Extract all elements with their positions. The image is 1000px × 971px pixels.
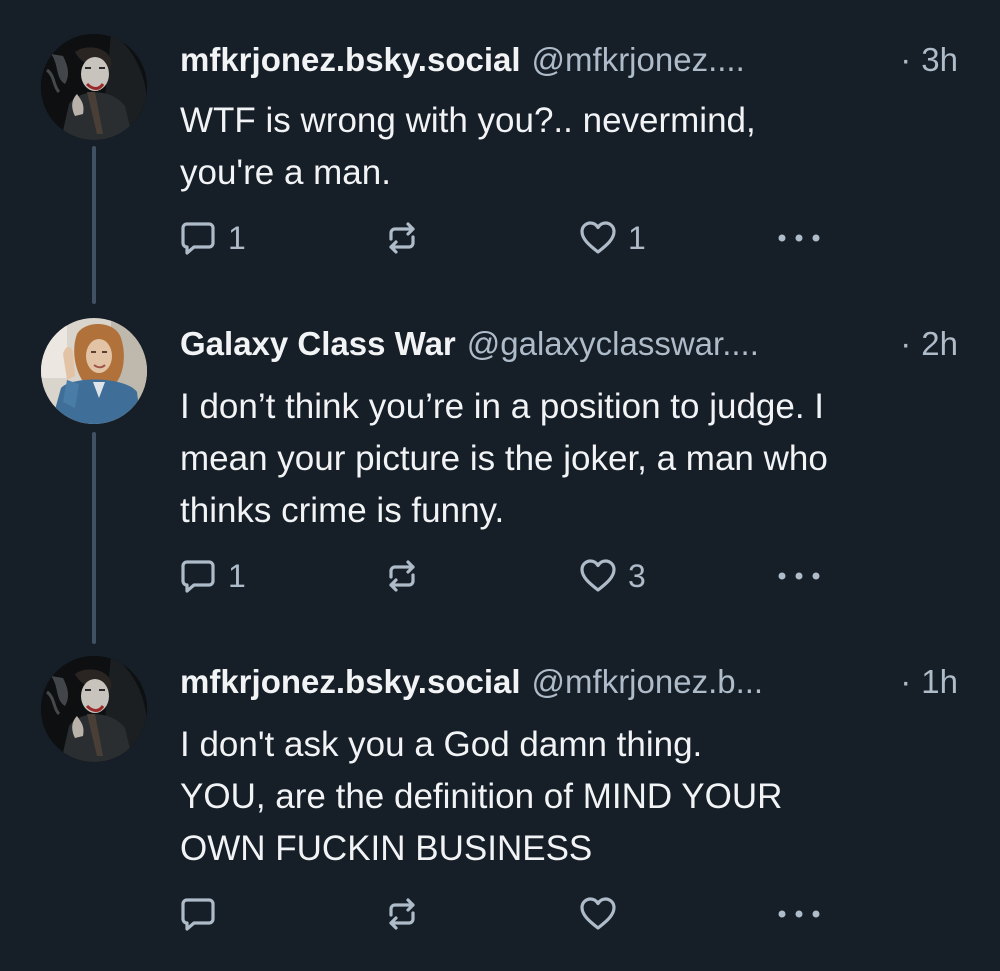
like-button[interactable] <box>578 892 628 936</box>
separator-dot: · <box>900 663 912 700</box>
post-header: mfkrjonez.bsky.social @mfkrjonez.... · 3… <box>180 34 958 86</box>
avatar[interactable] <box>41 656 147 762</box>
avatar[interactable] <box>41 318 147 424</box>
like-count: 3 <box>628 557 646 594</box>
post-actions: 1 1 <box>178 216 838 260</box>
handle[interactable]: @mfkrjonez.b... <box>532 656 764 708</box>
more-icon <box>774 566 824 586</box>
more-icon <box>774 228 824 248</box>
repost-button[interactable] <box>382 554 422 598</box>
repost-button[interactable] <box>382 216 422 260</box>
repost-icon <box>382 894 422 934</box>
timestamp[interactable]: 2h <box>921 318 958 370</box>
like-icon <box>578 894 618 934</box>
like-icon <box>578 556 618 596</box>
woman-avatar-image <box>41 318 147 424</box>
repost-icon <box>382 556 422 596</box>
display-name[interactable]: Galaxy Class War <box>180 318 456 370</box>
reply-button[interactable]: 1 <box>178 554 246 598</box>
post-actions: 1 3 <box>178 554 838 598</box>
reply-button[interactable] <box>178 892 228 936</box>
thread-line <box>92 146 96 304</box>
post-text: I don’t think you’re in a position to ju… <box>180 381 960 537</box>
more-options-button[interactable] <box>774 216 824 260</box>
more-options-button[interactable] <box>774 554 824 598</box>
reply-count: 1 <box>228 557 246 594</box>
handle[interactable]: @mfkrjonez.... <box>532 34 745 86</box>
repost-icon <box>382 218 422 258</box>
post-actions <box>178 892 838 936</box>
reply-icon <box>178 894 218 934</box>
display-name[interactable]: mfkrjonez.bsky.social <box>180 34 521 86</box>
joker-avatar-image <box>41 34 147 140</box>
reply-button[interactable]: 1 <box>178 216 246 260</box>
like-icon <box>578 218 618 258</box>
handle[interactable]: @galaxyclasswar.... <box>467 318 759 370</box>
avatar[interactable] <box>41 34 147 140</box>
like-button[interactable]: 3 <box>578 554 646 598</box>
like-count: 1 <box>628 219 646 256</box>
display-name[interactable]: mfkrjonez.bsky.social <box>180 656 521 708</box>
post-text-line: OWN FUCKIN BUSINESS <box>180 829 593 868</box>
timestamp[interactable]: 3h <box>921 34 958 86</box>
more-icon <box>774 904 824 924</box>
post-text-line: WTF is wrong with you?.. nevermind, <box>180 101 756 140</box>
more-options-button[interactable] <box>774 892 824 936</box>
like-button[interactable]: 1 <box>578 216 646 260</box>
post-text-line: I don’t think you’re in a position to ju… <box>180 387 825 426</box>
thread-line <box>92 432 96 644</box>
post-text-line: I don't ask you a God damn thing. <box>180 725 703 764</box>
separator-dot: · <box>900 41 912 78</box>
post-text-line: thinks crime is funny. <box>180 491 505 530</box>
joker-avatar-image <box>41 656 147 762</box>
repost-button[interactable] <box>382 892 422 936</box>
timestamp[interactable]: 1h <box>921 656 958 708</box>
post-text-line: mean your picture is the joker, a man wh… <box>180 439 828 478</box>
reply-icon <box>178 218 218 258</box>
post-text-line: you're a man. <box>180 153 391 192</box>
post-header: Galaxy Class War @galaxyclasswar.... · 2… <box>180 318 958 370</box>
post-header: mfkrjonez.bsky.social @mfkrjonez.b... · … <box>180 656 958 708</box>
post-text: WTF is wrong with you?.. nevermind, you'… <box>180 95 960 199</box>
post-text: I don't ask you a God damn thing. YOU, a… <box>180 719 960 875</box>
reply-icon <box>178 556 218 596</box>
reply-count: 1 <box>228 219 246 256</box>
post-text-line: YOU, are the definition of MIND YOUR <box>180 777 783 816</box>
separator-dot: · <box>900 325 912 362</box>
